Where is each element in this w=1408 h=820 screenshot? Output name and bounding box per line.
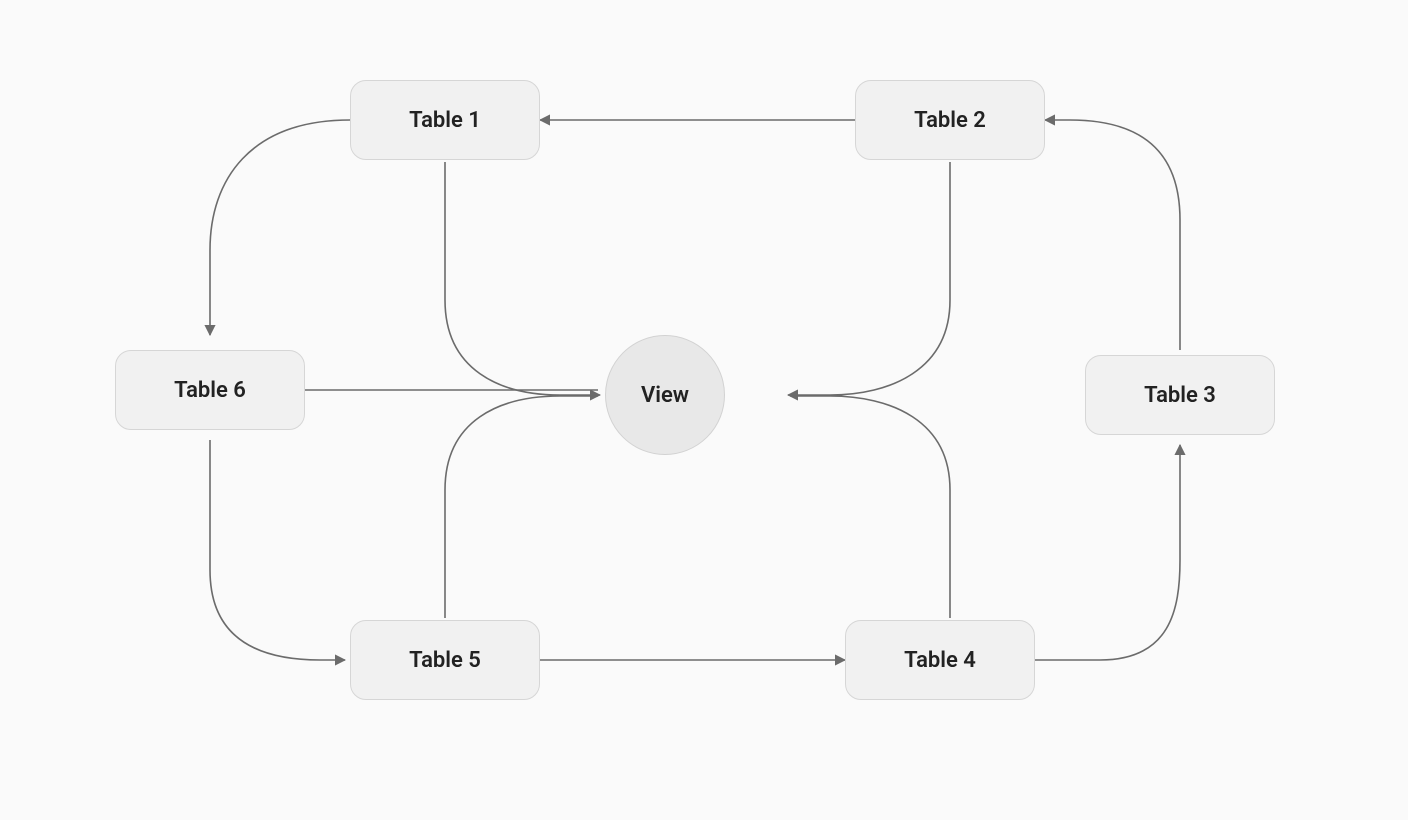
node-label: Table 4: [904, 648, 976, 673]
node-label: Table 2: [914, 108, 986, 133]
node-label: Table 5: [409, 648, 481, 673]
node-label: Table 3: [1144, 383, 1216, 408]
node-table-1: Table 1: [350, 80, 540, 160]
node-table-2: Table 2: [855, 80, 1045, 160]
node-table-6: Table 6: [115, 350, 305, 430]
node-view: View: [605, 335, 725, 455]
node-label: View: [641, 383, 689, 408]
node-table-4: Table 4: [845, 620, 1035, 700]
node-table-3: Table 3: [1085, 355, 1275, 435]
node-label: Table 6: [174, 378, 246, 403]
node-table-5: Table 5: [350, 620, 540, 700]
node-label: Table 1: [409, 108, 481, 133]
diagram-canvas: Table 1 Table 2 Table 3 Table 4 Table 5 …: [0, 0, 1408, 820]
